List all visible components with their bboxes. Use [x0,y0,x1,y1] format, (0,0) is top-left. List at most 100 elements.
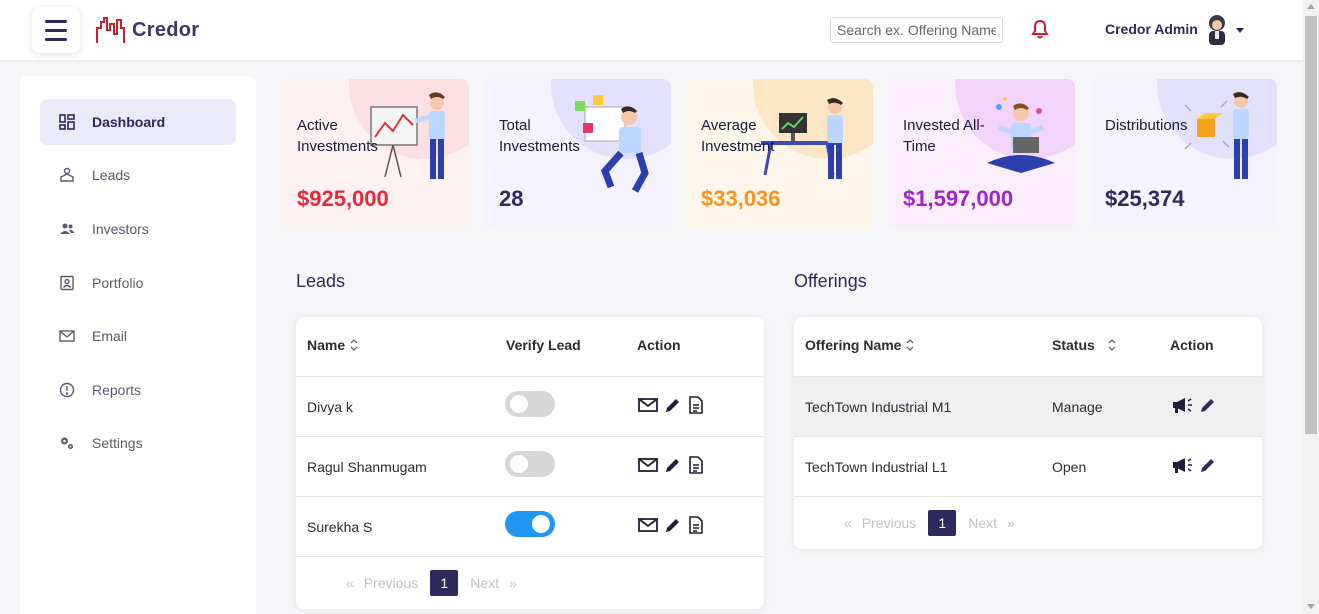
stat-label: Distributions [1105,117,1188,134]
pagination-row: « Previous 1 Next » [794,496,1262,549]
edit-pencil-icon[interactable] [664,456,682,474]
edit-pencil-icon[interactable] [664,516,682,534]
user-avatar[interactable] [1203,13,1231,45]
document-icon[interactable] [688,396,704,414]
sort-icon[interactable] [906,339,914,351]
user-name[interactable]: Credor Admin [1105,21,1198,37]
document-icon[interactable] [688,456,704,474]
menu-line [45,28,67,32]
offerings-table: Offering Name Status Action TechTown Ind… [794,317,1262,549]
stat-value: $25,374 [1105,186,1185,211]
menu-line [45,37,67,41]
column-header-verify-lead: Verify Lead [506,337,581,353]
first-page-button[interactable]: « [346,575,354,591]
column-header-label: Action [637,337,681,353]
edit-pencil-icon[interactable] [1199,456,1217,474]
table-row[interactable]: TechTown Industrial M1 Manage [794,376,1262,436]
column-header-label: Action [1170,337,1214,353]
verify-lead-toggle[interactable] [505,511,555,537]
toggle-knob [510,455,528,473]
sidebar-item-label: Reports [92,382,142,398]
row-actions [1171,396,1217,414]
sort-icon[interactable] [1108,339,1116,351]
leads-icon [57,165,77,185]
send-email-icon[interactable] [638,397,658,413]
megaphone-icon[interactable] [1171,456,1193,474]
sidebar-item-reports[interactable]: Reports [40,367,236,413]
stat-card-invested-all-time[interactable]: Invested All-Time $1,597,000 [888,79,1075,230]
stat-card-average-investment[interactable]: Average Investment $33,036 [686,79,873,230]
column-header-label: Status [1052,337,1095,353]
dashboard-icon [57,112,77,132]
sidebar-item-label: Portfolio [92,275,144,291]
next-page-button[interactable]: Next [968,515,997,531]
email-icon [57,326,77,346]
stat-value: $1,597,000 [903,186,1014,211]
leads-section-title: Leads [296,271,346,291]
sidebar-item-leads[interactable]: Leads [40,152,236,198]
column-header-offering-name[interactable]: Offering Name [805,337,914,353]
stat-value: 28 [499,186,524,211]
settings-icon [57,433,77,453]
column-header-label: Name [307,337,346,353]
scroll-down-arrow-icon[interactable] [1307,604,1315,609]
edit-pencil-icon[interactable] [664,396,682,414]
search-input[interactable] [830,17,1003,43]
document-icon[interactable] [688,516,704,534]
verify-lead-toggle[interactable] [505,451,555,477]
sidebar-item-label: Dashboard [92,114,166,130]
hamburger-menu-button[interactable] [32,7,80,53]
last-page-button[interactable]: » [509,575,517,591]
edit-pencil-icon[interactable] [1199,396,1217,414]
offerings-section-title: Offerings [794,271,867,291]
toggle-knob [510,395,528,413]
offering-name: TechTown Industrial L1 [805,459,948,475]
row-actions [1171,456,1217,474]
stat-value: $33,036 [701,186,781,211]
table-row[interactable]: TechTown Industrial L1 Open [794,436,1262,496]
column-header-name[interactable]: Name [307,337,358,353]
scroll-up-arrow-icon[interactable] [1307,4,1315,9]
megaphone-icon[interactable] [1171,396,1193,414]
previous-page-button[interactable]: Previous [862,515,916,531]
stat-value: $925,000 [297,186,389,211]
send-email-icon[interactable] [638,517,658,533]
first-page-button[interactable]: « [844,515,852,531]
send-email-icon[interactable] [638,457,658,473]
scroll-thumb[interactable] [1305,16,1317,434]
sidebar-item-email[interactable]: Email [40,313,236,359]
offering-name: TechTown Industrial M1 [805,399,952,415]
sort-icon[interactable] [350,339,358,351]
sidebar-item-label: Email [92,328,128,344]
stat-card-active-investments[interactable]: Active Investments $925,000 [282,79,469,230]
page-scrollbar[interactable] [1303,0,1319,614]
sidebar-item-investors[interactable]: Investors [40,206,236,252]
brand-logo[interactable]: Credor [96,16,199,44]
leads-table: Name Verify Lead Action Divya k Ragul Sh… [296,317,764,609]
previous-page-button[interactable]: Previous [364,575,418,591]
verify-lead-toggle[interactable] [505,391,555,417]
column-header-status[interactable]: Status [1052,337,1116,353]
stat-card-distributions[interactable]: Distributions $25,374 [1090,79,1277,230]
user-menu-caret-icon[interactable] [1236,28,1244,33]
column-header-action: Action [1170,337,1214,353]
row-actions [638,516,704,534]
last-page-button[interactable]: » [1007,515,1015,531]
column-header-action: Action [637,337,681,353]
offering-status: Manage [1052,399,1103,415]
notification-bell-icon[interactable] [1031,19,1049,39]
sidebar-item-dashboard[interactable]: Dashboard [40,99,236,145]
offerings-pagination: « Previous 1 Next » [844,510,1015,536]
page-number-button[interactable]: 1 [928,510,957,536]
stat-card-total-investments[interactable]: Total Investments 28 [484,79,671,230]
top-bar: Credor Credor Admin [0,0,1303,60]
brand-name: Credor [132,18,200,41]
sidebar-item-portfolio[interactable]: Portfolio [40,260,236,306]
next-page-button[interactable]: Next [470,575,499,591]
stat-label: Total Investments [499,117,580,155]
sidebar-item-settings[interactable]: Settings [40,420,236,466]
page-number-button[interactable]: 1 [430,570,459,596]
lead-name: Divya k [307,399,353,415]
table-row: Surekha S [296,496,764,556]
sidebar: Dashboard Leads Investors Portfolio Emai… [20,76,256,614]
